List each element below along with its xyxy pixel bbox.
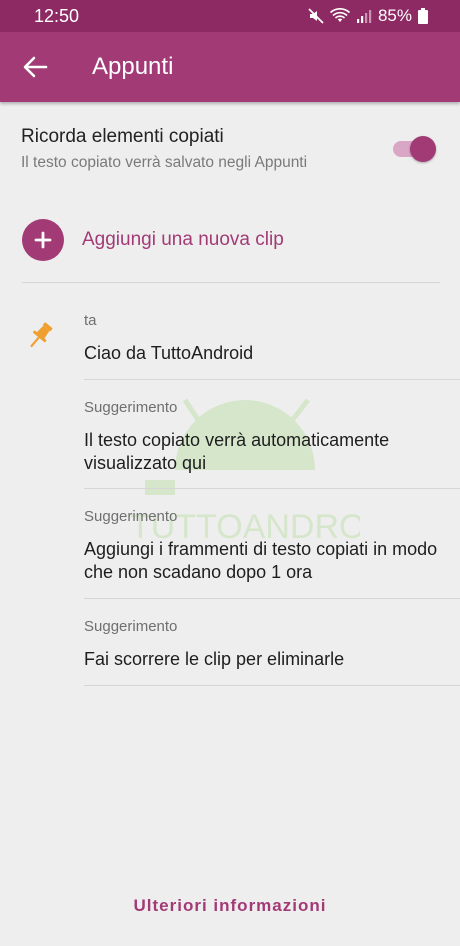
clip-item[interactable]: ta Ciao da TuttoAndroid xyxy=(84,312,444,365)
clip-text: Ciao da TuttoAndroid xyxy=(84,343,254,363)
remember-copied-toggle[interactable] xyxy=(393,136,437,162)
clip-text: Fai scorrere le clip per eliminarle xyxy=(84,649,345,669)
clip-item[interactable]: Suggerimento Il testo copiato verrà auto… xyxy=(84,399,444,475)
add-clip-button[interactable]: Aggiungi una nuova clip xyxy=(22,219,442,261)
setting-subtitle: Il testo copiato verrà salvato negli App… xyxy=(21,154,308,171)
remember-copied-setting[interactable]: Ricorda elementi copiati Il testo copiat… xyxy=(21,126,441,172)
clip-text: Il testo copiato verrà automaticamente v… xyxy=(84,430,390,473)
app-bar: Appunti xyxy=(0,32,460,102)
battery-icon xyxy=(418,8,428,24)
status-icons: 85% xyxy=(308,6,428,26)
status-bar: 12:50 85% xyxy=(0,0,460,32)
divider xyxy=(22,282,440,283)
add-clip-label: Aggiungi una nuova clip xyxy=(82,229,284,250)
clip-label: Suggerimento xyxy=(84,618,178,635)
back-arrow-icon[interactable] xyxy=(22,54,48,80)
clip-label: Suggerimento xyxy=(84,399,178,416)
status-time: 12:50 xyxy=(34,6,80,26)
divider xyxy=(84,685,460,686)
clip-label: ta xyxy=(84,312,97,329)
clip-item[interactable]: Suggerimento Aggiungi i frammenti di tes… xyxy=(84,508,444,584)
mute-icon xyxy=(308,8,324,24)
clip-label: Suggerimento xyxy=(84,508,178,525)
page-title: Appunti xyxy=(92,53,174,80)
setting-title: Ricorda elementi copiati xyxy=(21,126,224,147)
wifi-icon xyxy=(329,8,350,22)
pin-icon xyxy=(30,322,53,348)
divider xyxy=(84,598,460,599)
divider xyxy=(84,488,460,489)
clip-item[interactable]: Suggerimento Fai scorrere le clip per el… xyxy=(84,618,444,671)
signal-icon xyxy=(356,10,372,23)
plus-icon xyxy=(34,231,52,249)
divider xyxy=(84,379,460,380)
more-info-button[interactable]: Ulteriori informazioni xyxy=(0,896,460,916)
add-circle xyxy=(22,219,64,261)
clip-text: Aggiungi i frammenti di testo copiati in… xyxy=(84,539,438,582)
toggle-knob xyxy=(410,136,436,162)
battery-percent: 85% xyxy=(377,6,412,25)
